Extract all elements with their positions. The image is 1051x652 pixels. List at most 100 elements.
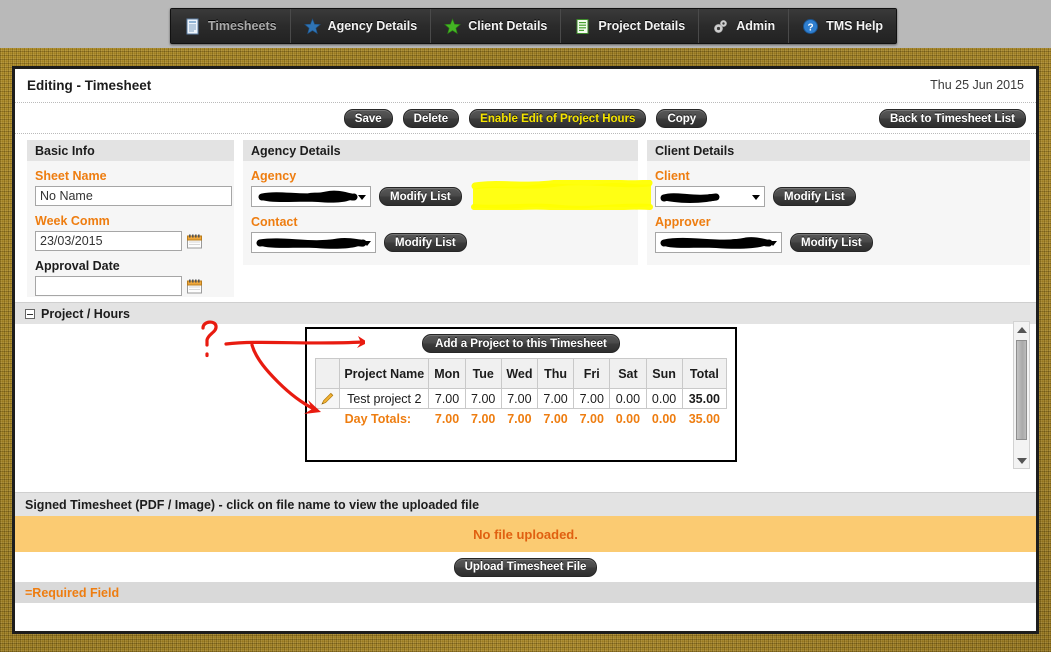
column-header-fri: Fri bbox=[573, 358, 611, 389]
column-header-sat: Sat bbox=[609, 358, 647, 389]
page-header: Editing - Timesheet Thu 25 Jun 2015 bbox=[15, 69, 1036, 103]
scroll-up-arrow-icon[interactable] bbox=[1014, 322, 1029, 337]
table-header-row: Project Name Mon Tue Wed Thu Fri Sat Sun… bbox=[314, 358, 728, 389]
nav-item-project-details[interactable]: Project Details bbox=[561, 9, 700, 43]
question-circle-icon: ? bbox=[802, 18, 819, 35]
project-hours-body: Add a Project to this Timesheet Project … bbox=[15, 320, 1036, 492]
client-details-panel: Client Details Client Modify List Approv… bbox=[647, 140, 1030, 265]
day-total-wed: 7.00 bbox=[501, 408, 538, 428]
client-modify-list-button[interactable]: Modify List bbox=[773, 187, 856, 206]
nav-label-client-details: Client Details bbox=[468, 19, 548, 33]
cell-sat: 0.00 bbox=[609, 388, 647, 409]
approval-date-label: Approval Date bbox=[35, 259, 120, 273]
day-totals-row: Day Totals: 7.00 7.00 7.00 7.00 7.00 0.0… bbox=[315, 408, 727, 428]
scrollbar-thumb[interactable] bbox=[1016, 340, 1027, 440]
enable-edit-of-project-hours-button[interactable]: Enable Edit of Project Hours bbox=[469, 109, 647, 128]
green-document-icon bbox=[574, 18, 591, 35]
project-hours-table: Project Name Mon Tue Wed Thu Fri Sat Sun… bbox=[314, 358, 728, 428]
nav-label-agency-details: Agency Details bbox=[327, 19, 418, 33]
chevron-down-icon bbox=[752, 194, 760, 200]
day-total-sat: 0.00 bbox=[609, 408, 646, 428]
nav-item-agency-details[interactable]: Agency Details bbox=[290, 9, 432, 43]
cell-wed: 7.00 bbox=[500, 388, 538, 409]
green-star-icon bbox=[444, 17, 462, 35]
approver-value-redacted bbox=[658, 235, 773, 256]
column-header-sun: Sun bbox=[645, 358, 683, 389]
edit-cell[interactable] bbox=[314, 388, 341, 409]
cell-mon: 7.00 bbox=[428, 388, 466, 409]
application-page: Editing - Timesheet Thu 25 Jun 2015 Save… bbox=[12, 66, 1039, 634]
cell-sun: 0.00 bbox=[645, 388, 683, 409]
sheet-name-input[interactable] bbox=[35, 186, 232, 206]
client-value-redacted bbox=[658, 189, 722, 210]
agency-select[interactable] bbox=[251, 186, 371, 207]
day-total-fri: 7.00 bbox=[573, 408, 610, 428]
basic-info-panel: Basic Info Sheet Name Week Comm bbox=[27, 140, 234, 297]
agency-label: Agency bbox=[251, 169, 297, 183]
day-total-mon: 7.00 bbox=[428, 408, 466, 428]
column-header-mon: Mon bbox=[428, 358, 466, 389]
nav-label-admin: Admin bbox=[736, 19, 776, 33]
collapse-toggle-icon[interactable] bbox=[25, 308, 35, 319]
nav-label-timesheets: Timesheets bbox=[208, 19, 277, 33]
svg-text:?: ? bbox=[808, 22, 814, 33]
day-total-tue: 7.00 bbox=[465, 408, 502, 428]
delete-button[interactable]: Delete bbox=[402, 109, 460, 128]
approver-label: Approver bbox=[655, 215, 711, 229]
week-comm-input[interactable] bbox=[35, 231, 182, 251]
client-details-panel-title: Client Details bbox=[647, 140, 1030, 161]
upload-row: Upload Timesheet File bbox=[15, 552, 1036, 582]
main-menu: Timesheets Agency Details Client Details bbox=[170, 8, 898, 44]
add-project-to-timesheet-button[interactable]: Add a Project to this Timesheet bbox=[422, 334, 620, 353]
day-totals-label: Day Totals: bbox=[339, 408, 429, 428]
project-hours-section-header: Project / Hours bbox=[15, 302, 1036, 324]
project-hours-scrollbar[interactable] bbox=[1013, 321, 1030, 469]
column-header-wed: Wed bbox=[500, 358, 538, 389]
nav-item-tms-help[interactable]: ? TMS Help bbox=[789, 9, 897, 43]
cell-tue: 7.00 bbox=[464, 388, 502, 409]
agency-value-redacted bbox=[254, 189, 358, 210]
table-row: Test project 2 7.00 7.00 7.00 7.00 7.00 … bbox=[314, 388, 728, 409]
current-date: Thu 25 Jun 2015 bbox=[930, 78, 1024, 92]
column-header-tue: Tue bbox=[464, 358, 502, 389]
upload-timesheet-file-button[interactable]: Upload Timesheet File bbox=[453, 557, 598, 577]
day-totals-spacer bbox=[315, 408, 340, 428]
signed-timesheet-section-header: Signed Timesheet (PDF / Image) - click o… bbox=[15, 492, 1036, 516]
contact-modify-list-button[interactable]: Modify List bbox=[384, 233, 467, 252]
agency-modify-list-button[interactable]: Modify List bbox=[379, 187, 462, 206]
sheet-name-label: Sheet Name bbox=[35, 169, 107, 183]
nav-item-admin[interactable]: Admin bbox=[699, 9, 790, 43]
contact-value-redacted bbox=[254, 235, 367, 256]
project-hours-title: Project / Hours bbox=[41, 306, 130, 321]
approver-select[interactable] bbox=[655, 232, 782, 253]
calendar-icon-week-comm[interactable] bbox=[186, 233, 203, 250]
column-header-thu: Thu bbox=[536, 358, 575, 389]
nav-item-client-details[interactable]: Client Details bbox=[431, 9, 562, 43]
chevron-down-icon bbox=[769, 240, 777, 246]
contact-select[interactable] bbox=[251, 232, 376, 253]
back-to-timesheet-list-button[interactable]: Back to Timesheet List bbox=[878, 109, 1026, 128]
save-button[interactable]: Save bbox=[343, 109, 393, 128]
blue-star-icon bbox=[303, 17, 321, 35]
timesheet-document-icon bbox=[184, 18, 201, 35]
page-title: Editing - Timesheet bbox=[27, 78, 152, 93]
action-toolbar: Save Delete Enable Edit of Project Hours… bbox=[15, 103, 1036, 134]
approver-modify-list-button[interactable]: Modify List bbox=[790, 233, 873, 252]
nav-label-project-details: Project Details bbox=[598, 19, 686, 33]
cell-project-name: Test project 2 bbox=[339, 388, 430, 409]
approval-date-input[interactable] bbox=[35, 276, 182, 296]
calendar-icon-approval-date[interactable] bbox=[186, 278, 203, 295]
top-navigation-bar: Timesheets Agency Details Client Details bbox=[0, 0, 1051, 48]
nav-item-timesheets[interactable]: Timesheets bbox=[171, 9, 291, 43]
chevron-down-icon bbox=[358, 194, 366, 200]
client-select[interactable] bbox=[655, 186, 765, 207]
column-header-edit bbox=[314, 358, 341, 389]
scroll-down-arrow-icon[interactable] bbox=[1014, 453, 1029, 468]
copy-button[interactable]: Copy bbox=[656, 109, 708, 128]
project-hours-table-container: Add a Project to this Timesheet Project … bbox=[305, 327, 737, 462]
cell-total: 35.00 bbox=[681, 388, 728, 409]
pencil-icon[interactable] bbox=[320, 391, 335, 406]
chevron-down-icon bbox=[363, 240, 371, 246]
basic-info-panel-title: Basic Info bbox=[27, 140, 234, 161]
agency-details-panel: Agency Details Agency Modify List Contac… bbox=[243, 140, 638, 265]
